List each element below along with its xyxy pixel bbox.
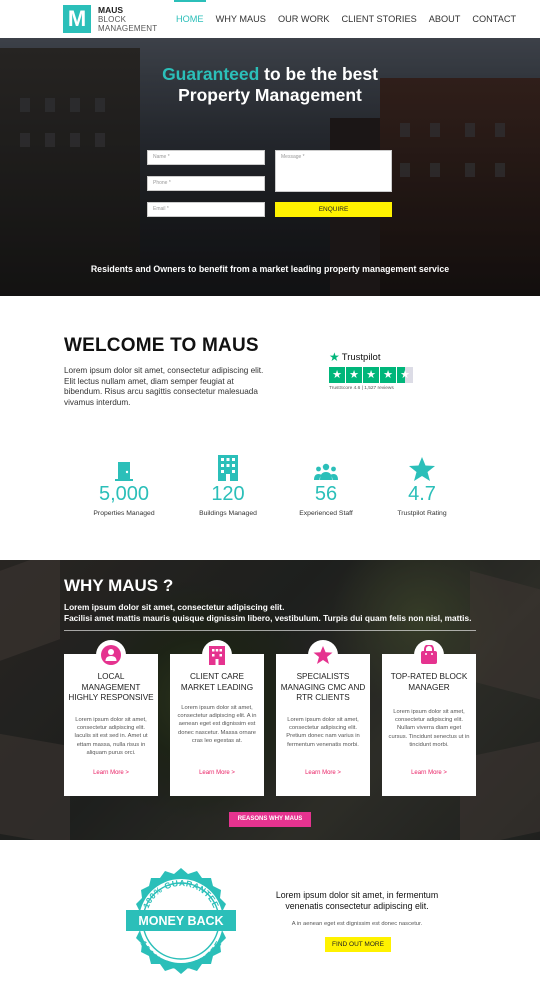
person-icon	[96, 640, 126, 670]
stat-label: Buildings Managed	[199, 510, 257, 517]
star-icon	[372, 455, 472, 481]
stat-label: Experienced Staff	[299, 510, 353, 517]
why-text: Lorem ipsum dolor sit amet, consectetur …	[64, 602, 471, 624]
card-text: Lorem ipsum dolor sit amet, consectetur …	[74, 717, 148, 756]
trustpilot-star: ★	[380, 367, 396, 383]
logo-text[interactable]: MAUS BLOCK MANAGEMENT	[98, 5, 158, 34]
star-icon	[308, 640, 338, 670]
stat-buildings: 120 Buildings Managed	[178, 455, 278, 517]
enquire-button[interactable]: ENQUIRE	[275, 202, 392, 217]
card-learn-more-link[interactable]: Learn More >	[382, 770, 476, 776]
reasons-why-maus-button[interactable]: REASONS WHY MAUS	[229, 812, 311, 827]
building-icon	[202, 640, 232, 670]
nav-our-work[interactable]: OUR WORK	[272, 0, 336, 38]
team-icon	[276, 455, 376, 481]
card-title: LOCAL MANAGEMENT HIGHLY RESPONSIVE	[68, 672, 154, 703]
logo-name: MAUS	[98, 5, 124, 15]
building-icon	[178, 455, 278, 481]
phone-field[interactable]: Phone *	[147, 176, 265, 191]
hero-title-accent: Guaranteed	[162, 64, 260, 84]
trustpilot-brand: ★ Trustpilot	[329, 350, 413, 364]
nav-client-stories[interactable]: CLIENT STORIES	[336, 0, 423, 38]
stat-value: 56	[314, 483, 338, 505]
trustpilot-star: ★	[363, 367, 379, 383]
badge-main-text: MONEY BACK	[138, 914, 223, 928]
stat-properties: 5,000 Properties Managed	[74, 455, 174, 517]
stat-label: Trustpilot Rating	[397, 510, 447, 517]
card-title: TOP-RATED BLOCK MANAGER	[390, 672, 468, 692]
card-learn-more-link[interactable]: Learn More >	[64, 770, 158, 776]
card-text: Lorem ipsum dolor sit amet, consectetur …	[286, 717, 360, 748]
door-icon	[74, 455, 174, 481]
trustpilot-star: ★	[329, 367, 345, 383]
feature-card-client-care: CLIENT CARE MARKET LEADING Lorem ipsum d…	[170, 640, 264, 796]
feature-card-top-rated: TOP-RATED BLOCK MANAGER Lorem ipsum dolo…	[382, 640, 476, 796]
trustpilot-star-half: ★	[397, 367, 413, 383]
stat-staff: 56 Experienced Staff	[276, 455, 376, 517]
money-back-subtitle: A in aenean eget est dignissim est donec…	[291, 921, 423, 927]
card-text: Lorem ipsum dolor sit amet, consectetur …	[388, 709, 470, 748]
stat-rating: 4.7 Trustpilot Rating	[372, 455, 472, 517]
trustpilot-widget[interactable]: ★ Trustpilot ★ ★ ★ ★ ★ TrustScore 4.6 | …	[329, 350, 413, 391]
card-learn-more-link[interactable]: Learn More >	[276, 770, 370, 776]
message-field[interactable]: Message *	[275, 150, 392, 192]
trustpilot-star-icon: ★	[329, 350, 340, 364]
nav-about[interactable]: ABOUT	[423, 0, 467, 38]
find-out-more-button[interactable]: FIND OUT MORE	[325, 937, 391, 952]
welcome-title: WELCOME TO MAUS	[64, 335, 259, 356]
stat-label: Properties Managed	[93, 510, 155, 517]
card-title: SPECIALISTS MANAGING CMC AND RTR CLIENTS	[280, 672, 366, 703]
logo-tagline: BLOCK MANAGEMENT	[98, 15, 158, 33]
why-title: WHY MAUS ?	[64, 576, 174, 595]
feature-card-local-management: LOCAL MANAGEMENT HIGHLY RESPONSIVE Lorem…	[64, 640, 158, 796]
nav-contact[interactable]: CONTACT	[466, 0, 522, 38]
card-title: CLIENT CARE MARKET LEADING	[180, 672, 254, 692]
email-field[interactable]: Email *	[147, 202, 265, 217]
trustpilot-stars: ★ ★ ★ ★ ★	[329, 367, 413, 383]
main-nav: HOME WHY MAUS OUR WORK CLIENT STORIES AB…	[170, 0, 522, 38]
welcome-text: Lorem ipsum dolor sit amet, consectetur …	[64, 366, 264, 407]
trustpilot-score: TrustScore 4.6 | 1,527 reviews	[329, 386, 394, 391]
trustpilot-star: ★	[346, 367, 362, 383]
hero-title-line2: Property Management	[178, 85, 362, 105]
hero-section: Guaranteed to be the best Property Manag…	[0, 38, 540, 296]
stat-value: 120	[211, 483, 245, 505]
card-text: Lorem ipsum dolor sit amet, consectetur …	[177, 705, 257, 744]
money-back-title: Lorem ipsum dolor sit amet, in fermentum…	[275, 890, 439, 911]
nav-why-maus[interactable]: WHY MAUS	[210, 0, 272, 38]
bag-icon	[414, 640, 444, 670]
feature-card-specialists: SPECIALISTS MANAGING CMC AND RTR CLIENTS…	[276, 640, 370, 796]
nav-home[interactable]: HOME	[170, 0, 210, 38]
why-divider	[64, 630, 476, 631]
name-field[interactable]: Name *	[147, 150, 265, 165]
hero-subtitle: Residents and Owners to benefit from a m…	[90, 264, 450, 274]
hero-title-rest: to be the best	[259, 64, 378, 84]
card-learn-more-link[interactable]: Learn More >	[170, 770, 264, 776]
money-back-badge: 100% GUARANTEE 100% GUARANTEE MONEY BACK	[124, 866, 238, 976]
why-text-line1: Lorem ipsum dolor sit amet, consectetur …	[64, 602, 285, 612]
hero-title: Guaranteed to be the best Property Manag…	[0, 64, 540, 106]
stat-value: 4.7	[408, 483, 436, 505]
logo-mark[interactable]: M	[63, 5, 91, 33]
why-text-line2: Facilisi amet mattis mauris quisque dign…	[64, 613, 472, 623]
why-maus-section: WHY MAUS ? Lorem ipsum dolor sit amet, c…	[0, 560, 540, 840]
trustpilot-brand-label: Trustpilot	[341, 351, 381, 363]
site-header: M MAUS BLOCK MANAGEMENT HOME WHY MAUS OU…	[0, 0, 540, 38]
stat-value: 5,000	[98, 483, 150, 505]
